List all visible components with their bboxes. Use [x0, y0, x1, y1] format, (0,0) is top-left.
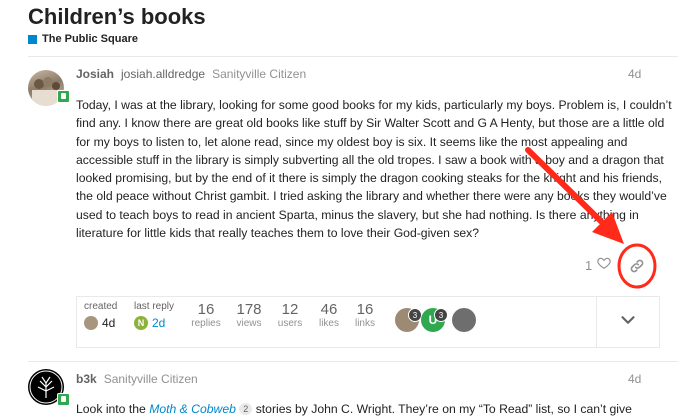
stat-views: 178 views	[230, 301, 268, 329]
chevron-down-icon	[621, 316, 635, 324]
stat-label: views	[236, 318, 262, 329]
last-reply-label: last reply	[134, 301, 175, 312]
topic-map-separator	[596, 297, 597, 347]
header-divider	[28, 56, 678, 57]
topic-map: created 4d last reply N 2d 16 replies 17…	[76, 296, 660, 348]
link-click-count: 2	[239, 403, 253, 415]
post-body: Today, I was at the library, looking for…	[76, 98, 672, 241]
last-reply-info[interactable]: last reply N 2d	[134, 301, 174, 330]
username[interactable]: Josiah	[76, 67, 114, 81]
share-link-button[interactable]	[626, 255, 648, 277]
stat-label: replies	[191, 318, 221, 329]
stat-label: users	[277, 318, 303, 329]
stat-label: links	[354, 318, 375, 329]
heart-icon[interactable]	[597, 256, 611, 273]
post-author: b3k Sanityville Citizen	[76, 372, 198, 386]
category-badge[interactable]: The Public Square	[28, 33, 138, 45]
like-count[interactable]: 1	[585, 258, 592, 273]
category-color-swatch	[28, 34, 37, 44]
participant-post-count: 3	[408, 308, 422, 322]
creator-avatar[interactable]	[84, 316, 98, 330]
body-text: Look into the	[76, 402, 150, 416]
user-flair-icon	[57, 393, 70, 406]
username[interactable]: b3k	[76, 372, 97, 386]
user-title: Sanityville Citizen	[212, 67, 307, 81]
expand-topic-map-button[interactable]	[617, 309, 639, 331]
stat-value: 16	[197, 301, 215, 318]
stat-value: 16	[356, 301, 374, 318]
link-icon	[630, 259, 644, 273]
user-flair-icon	[57, 90, 70, 103]
post-divider	[28, 361, 678, 362]
stat-likes: 46 likes	[315, 301, 343, 329]
participant-avatar[interactable]	[452, 308, 476, 332]
post-date[interactable]: 4d	[628, 372, 641, 386]
created-date: 4d	[102, 316, 116, 330]
body-text: stories by John C. Wright. They’re on my…	[252, 402, 632, 416]
created-info: created 4d	[84, 301, 117, 330]
stat-value: 178	[236, 301, 262, 318]
post-date[interactable]: 4d	[628, 67, 641, 81]
topic-link[interactable]: Moth & Cobweb	[149, 402, 236, 416]
stat-value: 12	[281, 301, 299, 318]
stat-replies: 16 replies	[189, 301, 223, 329]
user-title: Sanityville Citizen	[103, 372, 198, 386]
last-reply-avatar[interactable]: N	[134, 316, 148, 330]
stat-users: 12 users	[275, 301, 305, 329]
category-name: The Public Square	[42, 33, 138, 45]
created-label: created	[84, 301, 118, 312]
stat-links: 16 links	[351, 301, 379, 329]
post-body: Look into the Moth & Cobweb 2 stories by…	[76, 400, 676, 418]
participant-post-count: 3	[434, 308, 448, 322]
topic-title[interactable]: Children’s books	[28, 4, 206, 30]
post-author: Josiah josiah.alldredge Sanityville Citi…	[76, 67, 306, 81]
stat-label: likes	[318, 318, 339, 329]
last-reply-date: 2d	[152, 316, 166, 330]
stat-value: 46	[320, 301, 338, 318]
full-name[interactable]: josiah.alldredge	[121, 67, 205, 81]
